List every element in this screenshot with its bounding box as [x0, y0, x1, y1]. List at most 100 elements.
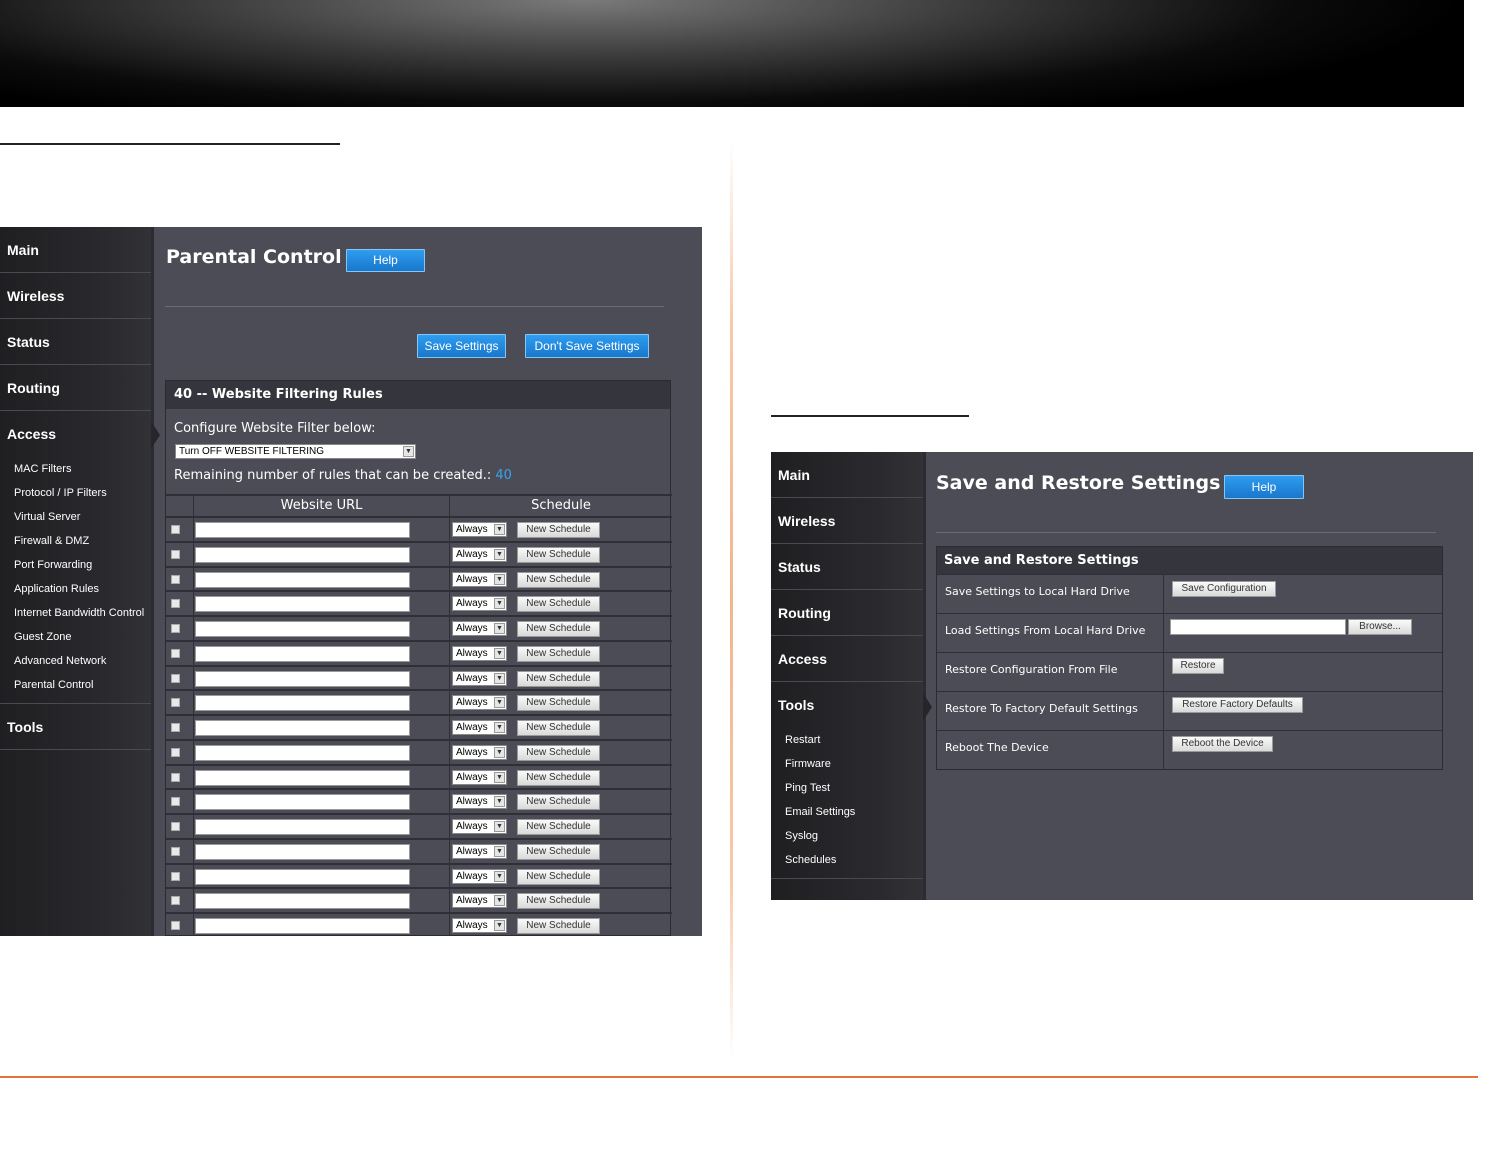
rule-enable-checkbox[interactable] [171, 797, 180, 807]
new-schedule-button[interactable]: New Schedule [517, 546, 600, 563]
schedule-select[interactable]: Always ▼ [452, 571, 507, 587]
new-schedule-button[interactable]: New Schedule [517, 720, 600, 736]
sidebar-item-protocol-ip-filters[interactable]: Protocol / IP Filters [0, 481, 151, 505]
rule-enable-checkbox[interactable] [171, 673, 180, 683]
new-schedule-button[interactable]: New Schedule [517, 794, 600, 811]
sidebar-item-restart[interactable]: Restart [771, 728, 923, 752]
website-url-input[interactable] [195, 621, 410, 637]
website-url-input[interactable] [195, 522, 410, 538]
new-schedule-button[interactable]: New Schedule [517, 868, 600, 885]
schedule-select[interactable]: Always ▼ [452, 695, 507, 711]
sidebar-item-guest-zone[interactable]: Guest Zone [0, 625, 151, 649]
schedule-select[interactable]: Always ▼ [452, 918, 507, 933]
rule-enable-checkbox[interactable] [171, 921, 180, 930]
new-schedule-button[interactable]: New Schedule [517, 645, 600, 662]
nav-status[interactable]: Status [0, 319, 151, 365]
nav-status[interactable]: Status [771, 544, 923, 590]
website-filter-select[interactable]: Turn OFF WEBSITE FILTERING ▼ [175, 444, 416, 459]
schedule-select[interactable]: Always ▼ [452, 769, 507, 785]
rule-enable-checkbox[interactable] [171, 624, 180, 633]
nav-access[interactable]: Access [0, 411, 151, 457]
website-url-input[interactable] [195, 843, 410, 860]
website-url-input[interactable] [195, 571, 410, 588]
website-url-input[interactable] [195, 596, 410, 613]
rule-enable-checkbox[interactable] [171, 896, 180, 906]
sidebar-item-application-rules[interactable]: Application Rules [0, 577, 151, 601]
sidebar-item-schedules[interactable]: Schedules [771, 848, 923, 872]
website-url-input[interactable] [195, 769, 410, 786]
sidebar-item-port-forwarding[interactable]: Port Forwarding [0, 553, 151, 577]
sidebar-item-advanced-network[interactable]: Advanced Network [0, 649, 151, 673]
rule-enable-checkbox[interactable] [171, 574, 180, 584]
website-url-input[interactable] [195, 794, 410, 811]
nav-routing[interactable]: Routing [771, 590, 923, 636]
restore-button[interactable]: Restore [1172, 658, 1224, 674]
new-schedule-button[interactable]: New Schedule [517, 522, 600, 538]
help-button[interactable]: Help [1224, 475, 1304, 499]
new-schedule-button[interactable]: New Schedule [517, 744, 600, 761]
rule-enable-checkbox[interactable] [171, 525, 180, 534]
nav-tools[interactable]: Tools [771, 682, 923, 728]
sidebar-item-syslog[interactable]: Syslog [771, 824, 923, 848]
schedule-select[interactable]: Always ▼ [452, 744, 507, 760]
new-schedule-button[interactable]: New Schedule [517, 621, 600, 637]
sidebar-item-firmware[interactable]: Firmware [771, 752, 923, 776]
sidebar-item-parental-control[interactable]: Parental Control [0, 673, 151, 697]
website-url-input[interactable] [195, 744, 410, 761]
new-schedule-button[interactable]: New Schedule [517, 596, 600, 613]
nav-routing[interactable]: Routing [0, 365, 151, 411]
rule-enable-checkbox[interactable] [171, 648, 180, 658]
rule-enable-checkbox[interactable] [171, 723, 180, 732]
schedule-select[interactable]: Always ▼ [452, 843, 507, 859]
reboot-device-button[interactable]: Reboot the Device [1172, 736, 1273, 752]
schedule-select[interactable]: Always ▼ [452, 522, 507, 537]
file-path-input[interactable] [1170, 619, 1346, 635]
new-schedule-button[interactable]: New Schedule [517, 843, 600, 860]
schedule-select[interactable]: Always ▼ [452, 645, 507, 661]
help-button[interactable]: Help [346, 249, 425, 272]
sidebar-item-mac-filters[interactable]: MAC Filters [0, 457, 151, 481]
restore-factory-defaults-button[interactable]: Restore Factory Defaults [1172, 697, 1303, 713]
new-schedule-button[interactable]: New Schedule [517, 670, 600, 687]
nav-main[interactable]: Main [771, 452, 923, 498]
new-schedule-button[interactable]: New Schedule [517, 571, 600, 588]
schedule-select[interactable]: Always ▼ [452, 868, 507, 884]
website-url-input[interactable] [195, 868, 410, 885]
rule-enable-checkbox[interactable] [171, 549, 180, 559]
rule-enable-checkbox[interactable] [171, 822, 180, 831]
sidebar-item-email-settings[interactable]: Email Settings [771, 800, 923, 824]
website-url-input[interactable] [195, 645, 410, 662]
schedule-select[interactable]: Always ▼ [452, 596, 507, 612]
schedule-select[interactable]: Always ▼ [452, 794, 507, 810]
rule-enable-checkbox[interactable] [171, 599, 180, 609]
schedule-select[interactable]: Always ▼ [452, 720, 507, 735]
save-settings-button[interactable]: Save Settings [417, 334, 506, 358]
website-url-input[interactable] [195, 918, 410, 934]
website-url-input[interactable] [195, 720, 410, 736]
schedule-select[interactable]: Always ▼ [452, 819, 507, 834]
new-schedule-button[interactable]: New Schedule [517, 893, 600, 910]
sidebar-item-virtual-server[interactable]: Virtual Server [0, 505, 151, 529]
nav-wireless[interactable]: Wireless [771, 498, 923, 544]
new-schedule-button[interactable]: New Schedule [517, 695, 600, 712]
website-url-input[interactable] [195, 695, 410, 712]
rule-enable-checkbox[interactable] [171, 698, 180, 708]
schedule-select[interactable]: Always ▼ [452, 546, 507, 562]
new-schedule-button[interactable]: New Schedule [517, 819, 600, 835]
schedule-select[interactable]: Always ▼ [452, 670, 507, 686]
new-schedule-button[interactable]: New Schedule [517, 918, 600, 934]
schedule-select[interactable]: Always ▼ [452, 893, 507, 909]
website-url-input[interactable] [195, 819, 410, 835]
save-configuration-button[interactable]: Save Configuration [1172, 581, 1276, 597]
dont-save-settings-button[interactable]: Don't Save Settings [525, 334, 649, 358]
nav-main[interactable]: Main [0, 227, 151, 273]
rule-enable-checkbox[interactable] [171, 747, 180, 757]
rule-enable-checkbox[interactable] [171, 846, 180, 856]
sidebar-item-ping-test[interactable]: Ping Test [771, 776, 923, 800]
website-url-input[interactable] [195, 893, 410, 910]
browse-button[interactable]: Browse... [1348, 619, 1412, 635]
website-url-input[interactable] [195, 670, 410, 687]
rule-enable-checkbox[interactable] [171, 772, 180, 782]
new-schedule-button[interactable]: New Schedule [517, 769, 600, 786]
website-url-input[interactable] [195, 546, 410, 563]
